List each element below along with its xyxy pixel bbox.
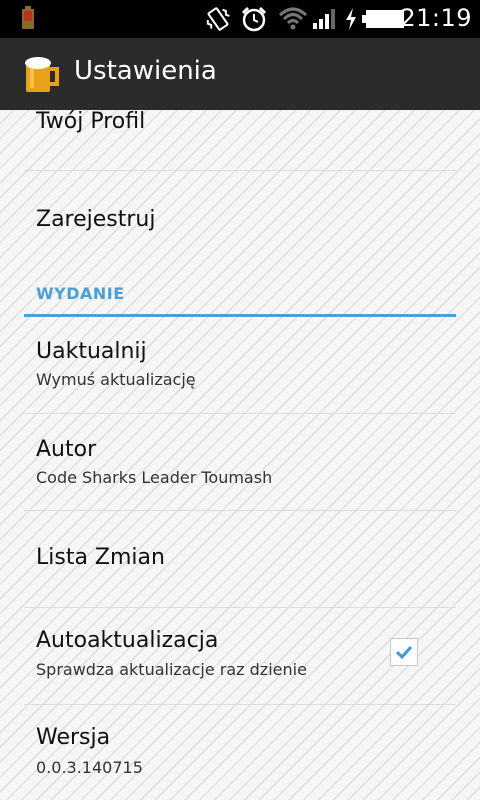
category-release: WYDANIE bbox=[24, 282, 456, 317]
pref-version[interactable]: Wersja 0.0.3.140715 bbox=[24, 705, 456, 800]
wifi-icon bbox=[278, 7, 308, 30]
alarm-icon bbox=[241, 6, 267, 32]
pref-summary: 0.0.3.140715 bbox=[36, 758, 143, 777]
pref-changelog[interactable]: Lista Zmian bbox=[24, 511, 456, 608]
pref-profile[interactable]: Twój Profil bbox=[24, 110, 456, 171]
autoupdate-checkbox[interactable] bbox=[390, 638, 418, 666]
charging-icon bbox=[346, 8, 356, 30]
settings-list[interactable]: Twój Profil Zarejestruj WYDANIE Uaktualn… bbox=[0, 110, 480, 800]
category-title: WYDANIE bbox=[36, 284, 125, 303]
signal-icon bbox=[313, 9, 335, 29]
pref-summary: Wymuś aktualizację bbox=[36, 370, 196, 389]
action-bar: Ustawienia bbox=[0, 38, 480, 110]
app-notification-icon bbox=[22, 6, 34, 29]
screen-title: Ustawienia bbox=[74, 56, 217, 86]
status-bar: 21:19 bbox=[0, 0, 480, 38]
checkmark-icon bbox=[395, 645, 413, 660]
beer-mug-icon[interactable] bbox=[22, 54, 62, 94]
pref-title: Wersja bbox=[36, 725, 111, 750]
pref-register[interactable]: Zarejestruj bbox=[24, 171, 456, 268]
pref-autoupdate[interactable]: Autoaktualizacja Sprawdza aktualizacje r… bbox=[24, 608, 456, 705]
pref-title: Autor bbox=[36, 437, 97, 462]
vibrate-icon bbox=[206, 7, 230, 31]
pref-title: Autoaktualizacja bbox=[36, 628, 219, 653]
pref-summary: Sprawdza aktualizacje raz dzienie bbox=[36, 660, 307, 679]
pref-summary: Code Sharks Leader Toumash bbox=[36, 468, 273, 487]
clock: 21:19 bbox=[400, 4, 472, 32]
pref-author[interactable]: Autor Code Sharks Leader Toumash bbox=[24, 414, 456, 511]
pref-title: Zarejestruj bbox=[36, 207, 156, 232]
pref-title: Twój Profil bbox=[36, 110, 146, 134]
pref-title: Uaktualnij bbox=[36, 339, 147, 364]
pref-update[interactable]: Uaktualnij Wymuś aktualizację bbox=[24, 317, 456, 414]
pref-title: Lista Zmian bbox=[36, 545, 165, 570]
